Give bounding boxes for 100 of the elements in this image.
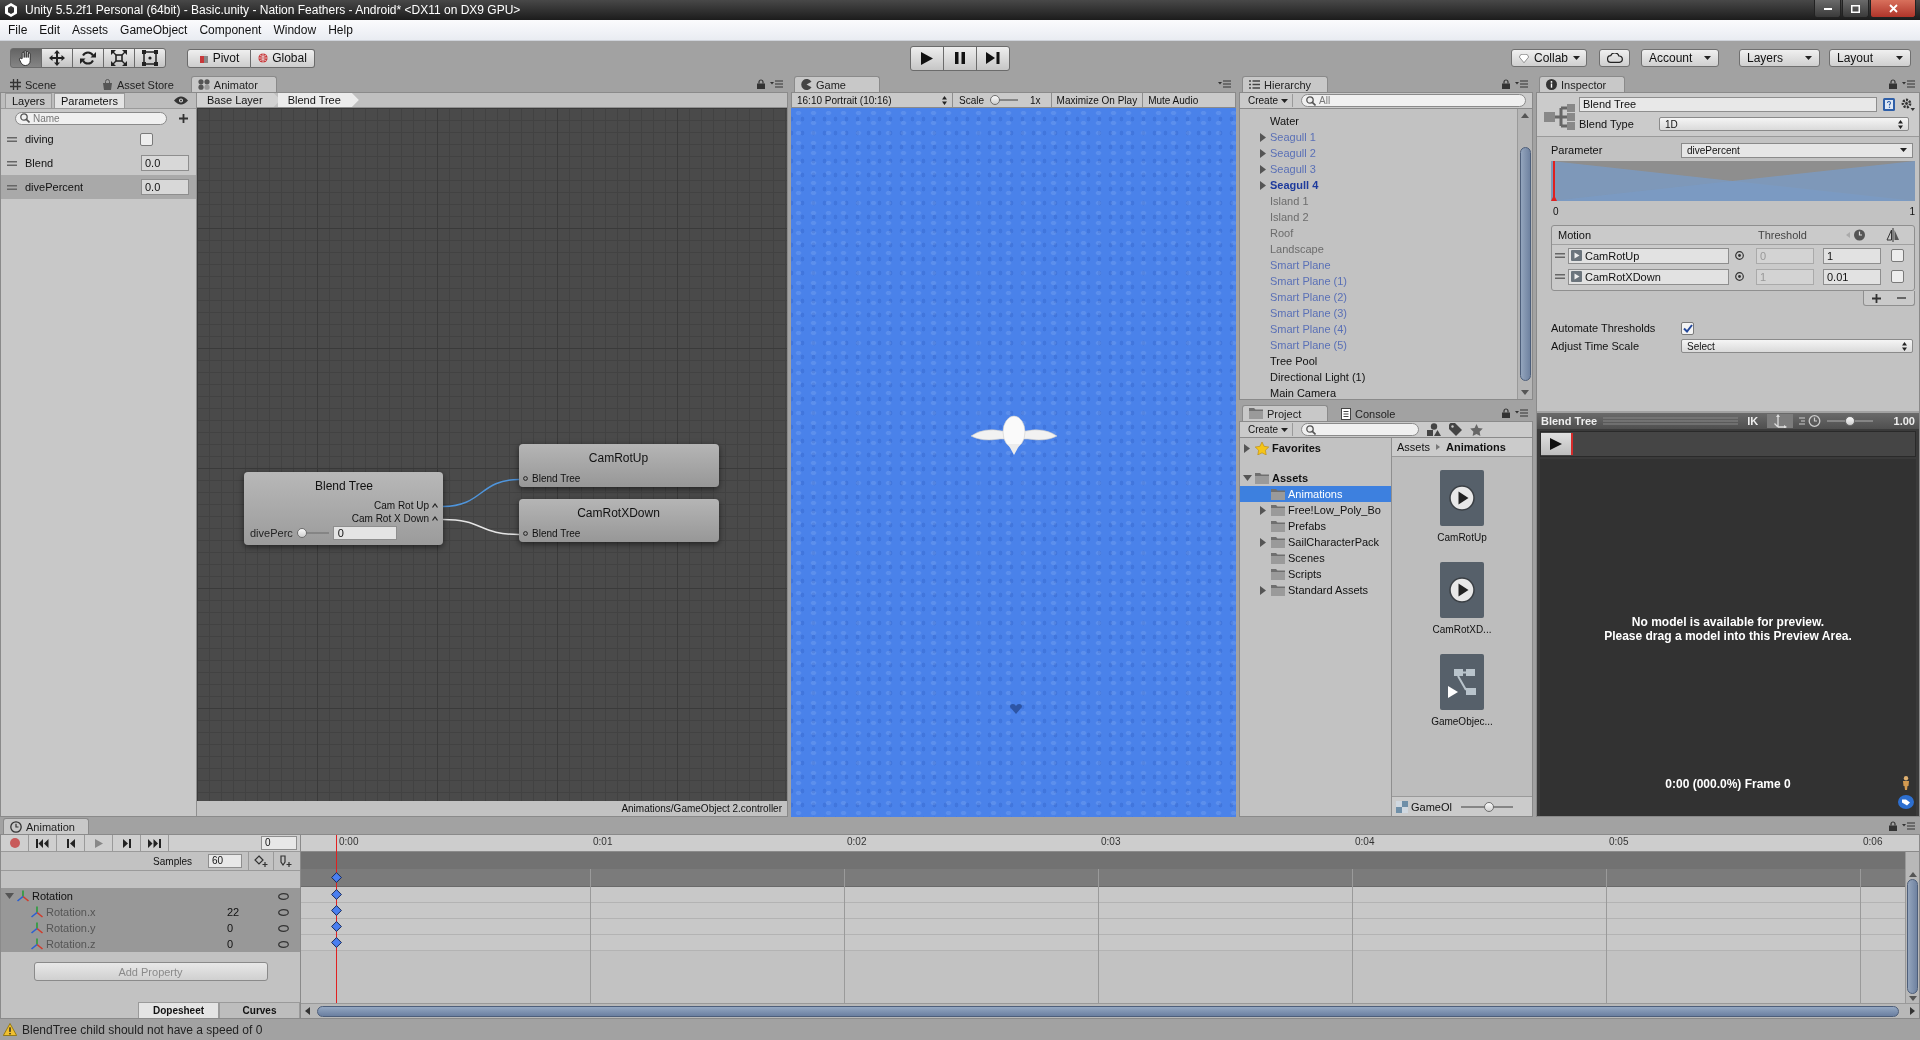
layers-dropdown[interactable]: Layers <box>1739 49 1820 67</box>
settings-icon[interactable] <box>1901 98 1915 111</box>
tree-arrow-icon[interactable] <box>1260 164 1266 174</box>
parameter-checkbox[interactable] <box>140 132 153 146</box>
view-tab[interactable]: Dopesheet <box>138 1002 219 1018</box>
slider-thumb[interactable] <box>296 528 307 538</box>
aspect-dropdown[interactable]: 16:10 Portrait (10:16) <box>792 93 952 107</box>
oval-icon[interactable] <box>278 908 289 916</box>
value-field[interactable]: 0 <box>332 526 397 540</box>
tree-arrow-icon[interactable] <box>1260 585 1266 595</box>
preview-timeline[interactable] <box>1540 431 1916 457</box>
play-button[interactable] <box>1541 433 1571 455</box>
clip-node[interactable]: CamRotXDown Blend Tree <box>519 499 719 542</box>
scrollbar-thumb[interactable] <box>1519 147 1531 381</box>
folder-item[interactable]: Assets <box>1240 470 1391 486</box>
mirror-checkbox[interactable] <box>1891 270 1904 283</box>
menu-item[interactable]: GameObject <box>114 23 194 37</box>
time-scale-field[interactable]: 1 <box>1823 247 1881 264</box>
menu-icon[interactable] <box>1218 79 1231 88</box>
target-icon[interactable] <box>1735 251 1744 260</box>
keyframe-icon[interactable] <box>331 937 342 948</box>
scrollbar-thumb[interactable] <box>1907 879 1918 994</box>
time-scale-field[interactable]: 0.01 <box>1823 268 1881 285</box>
lock-icon[interactable] <box>1502 78 1510 89</box>
oval-icon[interactable] <box>278 940 289 948</box>
samples-field[interactable]: 60 <box>208 854 242 868</box>
tree-arrow-icon[interactable] <box>1260 148 1266 158</box>
folder-item[interactable]: Animations <box>1240 486 1391 502</box>
label-tag-icon[interactable] <box>1898 795 1914 809</box>
panel-tab[interactable]: Asset Store <box>95 76 185 92</box>
panel-tab[interactable]: Animator <box>190 76 277 92</box>
blend-tree-node[interactable]: Blend Tree Cam Rot Up Cam Rot X Down divePerc 0 <box>244 472 443 545</box>
target-icon[interactable] <box>1735 272 1744 281</box>
tree-arrow-icon[interactable] <box>1260 132 1266 142</box>
panel-tab[interactable]: Console <box>1334 405 1420 421</box>
folder-item[interactable]: SailCharacterPack <box>1240 534 1391 550</box>
blend-type-dropdown[interactable]: 1D <box>1659 117 1909 131</box>
menu-icon[interactable] <box>1902 821 1915 830</box>
parameter-row[interactable]: diving <box>1 127 196 151</box>
time-scale-dropdown[interactable]: Select <box>1681 339 1913 353</box>
lock-icon[interactable] <box>757 78 765 89</box>
tree-arrow-icon[interactable] <box>1260 537 1266 547</box>
hierarchy-item[interactable]: Tree Pool <box>1270 355 1318 367</box>
tree-arrow-icon[interactable] <box>1242 475 1252 481</box>
folder-item[interactable]: Favorites <box>1240 440 1391 456</box>
object-title-field[interactable]: Blend Tree <box>1579 97 1877 112</box>
folder-item[interactable]: Standard Assets <box>1240 582 1391 598</box>
view-tab[interactable]: Curves <box>219 1002 300 1018</box>
plus-icon[interactable] <box>179 113 188 123</box>
search-field[interactable]: Name <box>15 111 167 125</box>
menu-item[interactable]: Help <box>322 23 359 37</box>
ik-toggle[interactable]: IK <box>1744 415 1762 427</box>
maximize-button[interactable] <box>1842 0 1869 18</box>
keyframe-icon[interactable] <box>331 905 342 916</box>
minimize-button[interactable] <box>1814 0 1841 18</box>
eye-icon[interactable] <box>174 96 188 105</box>
help-book-icon[interactable] <box>1883 98 1895 111</box>
scrollbar[interactable] <box>1517 109 1532 399</box>
folder-item[interactable]: Scenes <box>1240 550 1391 566</box>
breadcrumb[interactable]: Blend Tree <box>277 93 359 107</box>
hierarchy-item[interactable]: Water <box>1270 115 1299 127</box>
property-value[interactable]: 22 <box>227 906 259 918</box>
lock-icon[interactable] <box>1889 78 1897 89</box>
sidebar-tab[interactable]: Layers <box>5 93 53 108</box>
parameter-dropdown[interactable]: divePercent <box>1681 142 1913 158</box>
collab-dropdown[interactable]: Collab <box>1511 49 1587 67</box>
rect-tool-button[interactable] <box>134 48 166 68</box>
menu-item[interactable]: Component <box>193 23 268 37</box>
oval-icon[interactable] <box>278 892 289 900</box>
sidebar-tab[interactable]: Parameters <box>54 93 125 108</box>
parameter-row[interactable]: divePercent 0.0 <box>1 175 196 199</box>
menu-item[interactable]: Window <box>267 23 323 37</box>
dial-icon[interactable] <box>1846 229 1866 241</box>
property-value[interactable]: 0 <box>227 938 259 950</box>
tag-icon[interactable] <box>1449 423 1462 436</box>
clip-node[interactable]: CamRotUp Blend Tree <box>519 444 719 487</box>
motion-field[interactable]: CamRotXDown <box>1568 268 1729 285</box>
panel-tab[interactable]: Scene <box>3 76 89 92</box>
slider-thumb[interactable] <box>1484 801 1495 812</box>
keyframe-icon[interactable] <box>331 872 342 883</box>
folder-item[interactable]: Prefabs <box>1240 518 1391 534</box>
scrollbar[interactable] <box>1905 852 1919 1003</box>
asset-item[interactable]: CamRotXD... <box>1432 562 1492 635</box>
play-button[interactable] <box>910 45 944 71</box>
search-field[interactable] <box>1301 423 1419 436</box>
close-button[interactable] <box>1870 0 1916 18</box>
search-field[interactable]: All <box>1301 94 1526 107</box>
rotate-tool-button[interactable] <box>72 48 104 68</box>
parameter-marker[interactable] <box>1551 161 1557 201</box>
scroll-left-icon[interactable] <box>305 1007 310 1015</box>
create-dropdown[interactable]: Create <box>1244 94 1293 107</box>
checkbox[interactable] <box>1681 321 1694 335</box>
slider-thumb[interactable] <box>1845 416 1856 426</box>
hand-tool-button[interactable] <box>10 48 42 68</box>
menu-item[interactable]: Edit <box>33 23 67 37</box>
maximize-on-play-toggle[interactable]: Maximize On Play <box>1051 93 1143 107</box>
hierarchy-item[interactable]: Seagull 4 <box>1270 179 1319 191</box>
panel-tab[interactable]: Game <box>794 76 880 92</box>
property-name[interactable]: Rotation <box>32 890 73 902</box>
panel-tab[interactable]: Animation <box>3 818 89 834</box>
